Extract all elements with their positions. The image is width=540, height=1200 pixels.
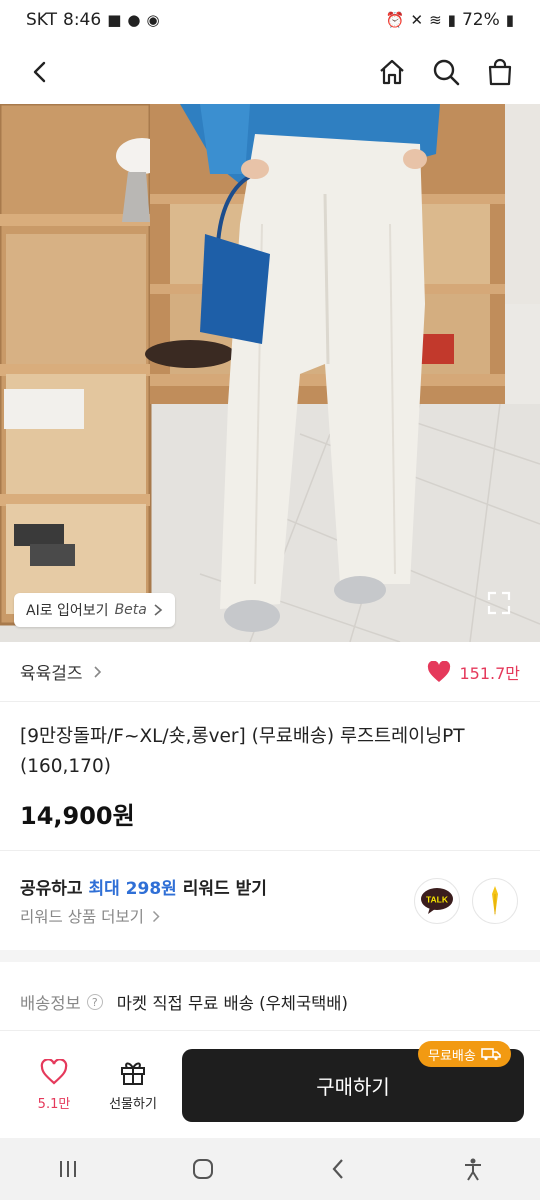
heart-outline-icon bbox=[40, 1058, 68, 1085]
shipping-label: 배송정보 bbox=[20, 994, 81, 1013]
shopping-bag-icon bbox=[488, 58, 512, 86]
ai-try-on-label: AI로 입어보기 bbox=[26, 603, 109, 619]
truck-icon bbox=[481, 1048, 501, 1061]
search-button[interactable] bbox=[426, 52, 466, 92]
status-left: SKT 8:46 ■ ● ◉ bbox=[26, 10, 160, 30]
home-nav-button[interactable] bbox=[173, 1147, 233, 1191]
mute-icon: ✕ bbox=[410, 10, 424, 29]
battery-level: 72% bbox=[461, 10, 500, 30]
status-bar: SKT 8:46 ■ ● ◉ ⏰ ✕ ≋ ▮ 72% ▮ bbox=[0, 0, 540, 40]
chevron-right-icon bbox=[152, 910, 160, 922]
bottom-action-bar: 5.1만 선물하기 구매하기 무료배송 bbox=[0, 1030, 540, 1138]
shop-name: 육육걸즈 bbox=[20, 664, 83, 684]
chevron-right-icon bbox=[93, 665, 101, 678]
section-gap bbox=[0, 950, 540, 962]
reward-heading: 공유하고 최대 298원 리워드 받기 bbox=[20, 874, 267, 899]
clock: 8:46 bbox=[63, 10, 102, 30]
back-button[interactable] bbox=[20, 52, 60, 92]
pencil-icon bbox=[492, 886, 498, 916]
signal-icon: ▮ bbox=[447, 10, 456, 29]
kakao-share-button[interactable]: TALK bbox=[414, 878, 460, 924]
wishlist-count: 5.1만 bbox=[37, 1097, 71, 1112]
fullscreen-button[interactable] bbox=[484, 588, 514, 618]
talk-icon: ● bbox=[127, 10, 141, 29]
search-icon bbox=[433, 59, 460, 86]
kakao-label: TALK bbox=[426, 895, 449, 905]
shipping-info: 배송정보 ? 마켓 직접 무료 배송 (우체국택배) bbox=[20, 990, 348, 1014]
buy-label: 구매하기 bbox=[316, 1075, 390, 1099]
product-image[interactable] bbox=[0, 104, 540, 642]
chevron-right-icon bbox=[154, 604, 163, 616]
divider bbox=[0, 850, 540, 851]
location-icon: ◉ bbox=[146, 10, 160, 29]
back-nav-button[interactable] bbox=[308, 1147, 368, 1191]
reward-amount: 최대 298원 bbox=[88, 879, 177, 899]
carrier: SKT bbox=[26, 10, 58, 30]
accessibility-icon bbox=[464, 1158, 481, 1181]
system-nav-bar bbox=[0, 1138, 540, 1200]
wishlist-button[interactable]: 5.1만 bbox=[30, 1058, 78, 1112]
heart-filled-icon bbox=[428, 660, 451, 682]
recent-apps-icon bbox=[59, 1161, 76, 1177]
home-circle-icon bbox=[192, 1159, 213, 1179]
notification-icon: ■ bbox=[107, 10, 122, 29]
gift-label: 선물하기 bbox=[109, 1097, 157, 1112]
app-header bbox=[0, 40, 540, 104]
free-shipping-badge: 무료배송 bbox=[418, 1041, 511, 1067]
ai-try-on-button[interactable]: AI로 입어보기 Beta bbox=[14, 593, 175, 627]
product-title: [9만장돌파/F~XL/숏,롱ver] (무료배송) 루즈트레이닝PT (160… bbox=[20, 726, 465, 777]
shop-like-count: 151.7만 bbox=[459, 663, 520, 683]
shop-row: 육육걸즈 151.7만 bbox=[0, 642, 540, 702]
gift-button[interactable]: 선물하기 bbox=[100, 1059, 166, 1112]
gift-icon bbox=[121, 1062, 145, 1085]
reward-prefix: 공유하고 bbox=[20, 879, 89, 899]
chevron-left-icon bbox=[33, 61, 46, 83]
home-button[interactable] bbox=[372, 52, 412, 92]
reward-more-label: 리워드 상품 더보기 bbox=[20, 908, 144, 926]
shipping-value: 마켓 직접 무료 배송 (우체국택배) bbox=[116, 994, 348, 1013]
home-icon bbox=[380, 59, 404, 85]
header-actions bbox=[372, 52, 520, 92]
accessibility-button[interactable] bbox=[443, 1147, 503, 1191]
help-icon[interactable]: ? bbox=[86, 994, 103, 1010]
alarm-icon: ⏰ bbox=[385, 10, 405, 29]
recent-apps-button[interactable] bbox=[38, 1147, 98, 1191]
reward-more-link[interactable]: 리워드 상품 더보기 bbox=[20, 905, 160, 927]
back-arrow-icon bbox=[332, 1159, 343, 1179]
reward-suffix: 리워드 받기 bbox=[176, 879, 267, 899]
shop-link[interactable]: 육육걸즈 bbox=[20, 659, 102, 684]
shop-like-button[interactable]: 151.7만 bbox=[427, 660, 520, 684]
product-photo bbox=[0, 104, 540, 642]
badge-label: 무료배송 bbox=[428, 1048, 476, 1064]
kakaotalk-icon: TALK bbox=[421, 888, 453, 914]
expand-icon bbox=[487, 591, 511, 615]
product-price: 14,900원 bbox=[20, 802, 135, 830]
share-link-button[interactable] bbox=[472, 878, 518, 924]
wifi-icon: ≋ bbox=[429, 10, 442, 29]
beta-label: Beta bbox=[114, 602, 147, 618]
cart-button[interactable] bbox=[480, 52, 520, 92]
battery-icon: ▮ bbox=[505, 10, 514, 29]
status-right: ⏰ ✕ ≋ ▮ 72% ▮ bbox=[386, 10, 514, 30]
